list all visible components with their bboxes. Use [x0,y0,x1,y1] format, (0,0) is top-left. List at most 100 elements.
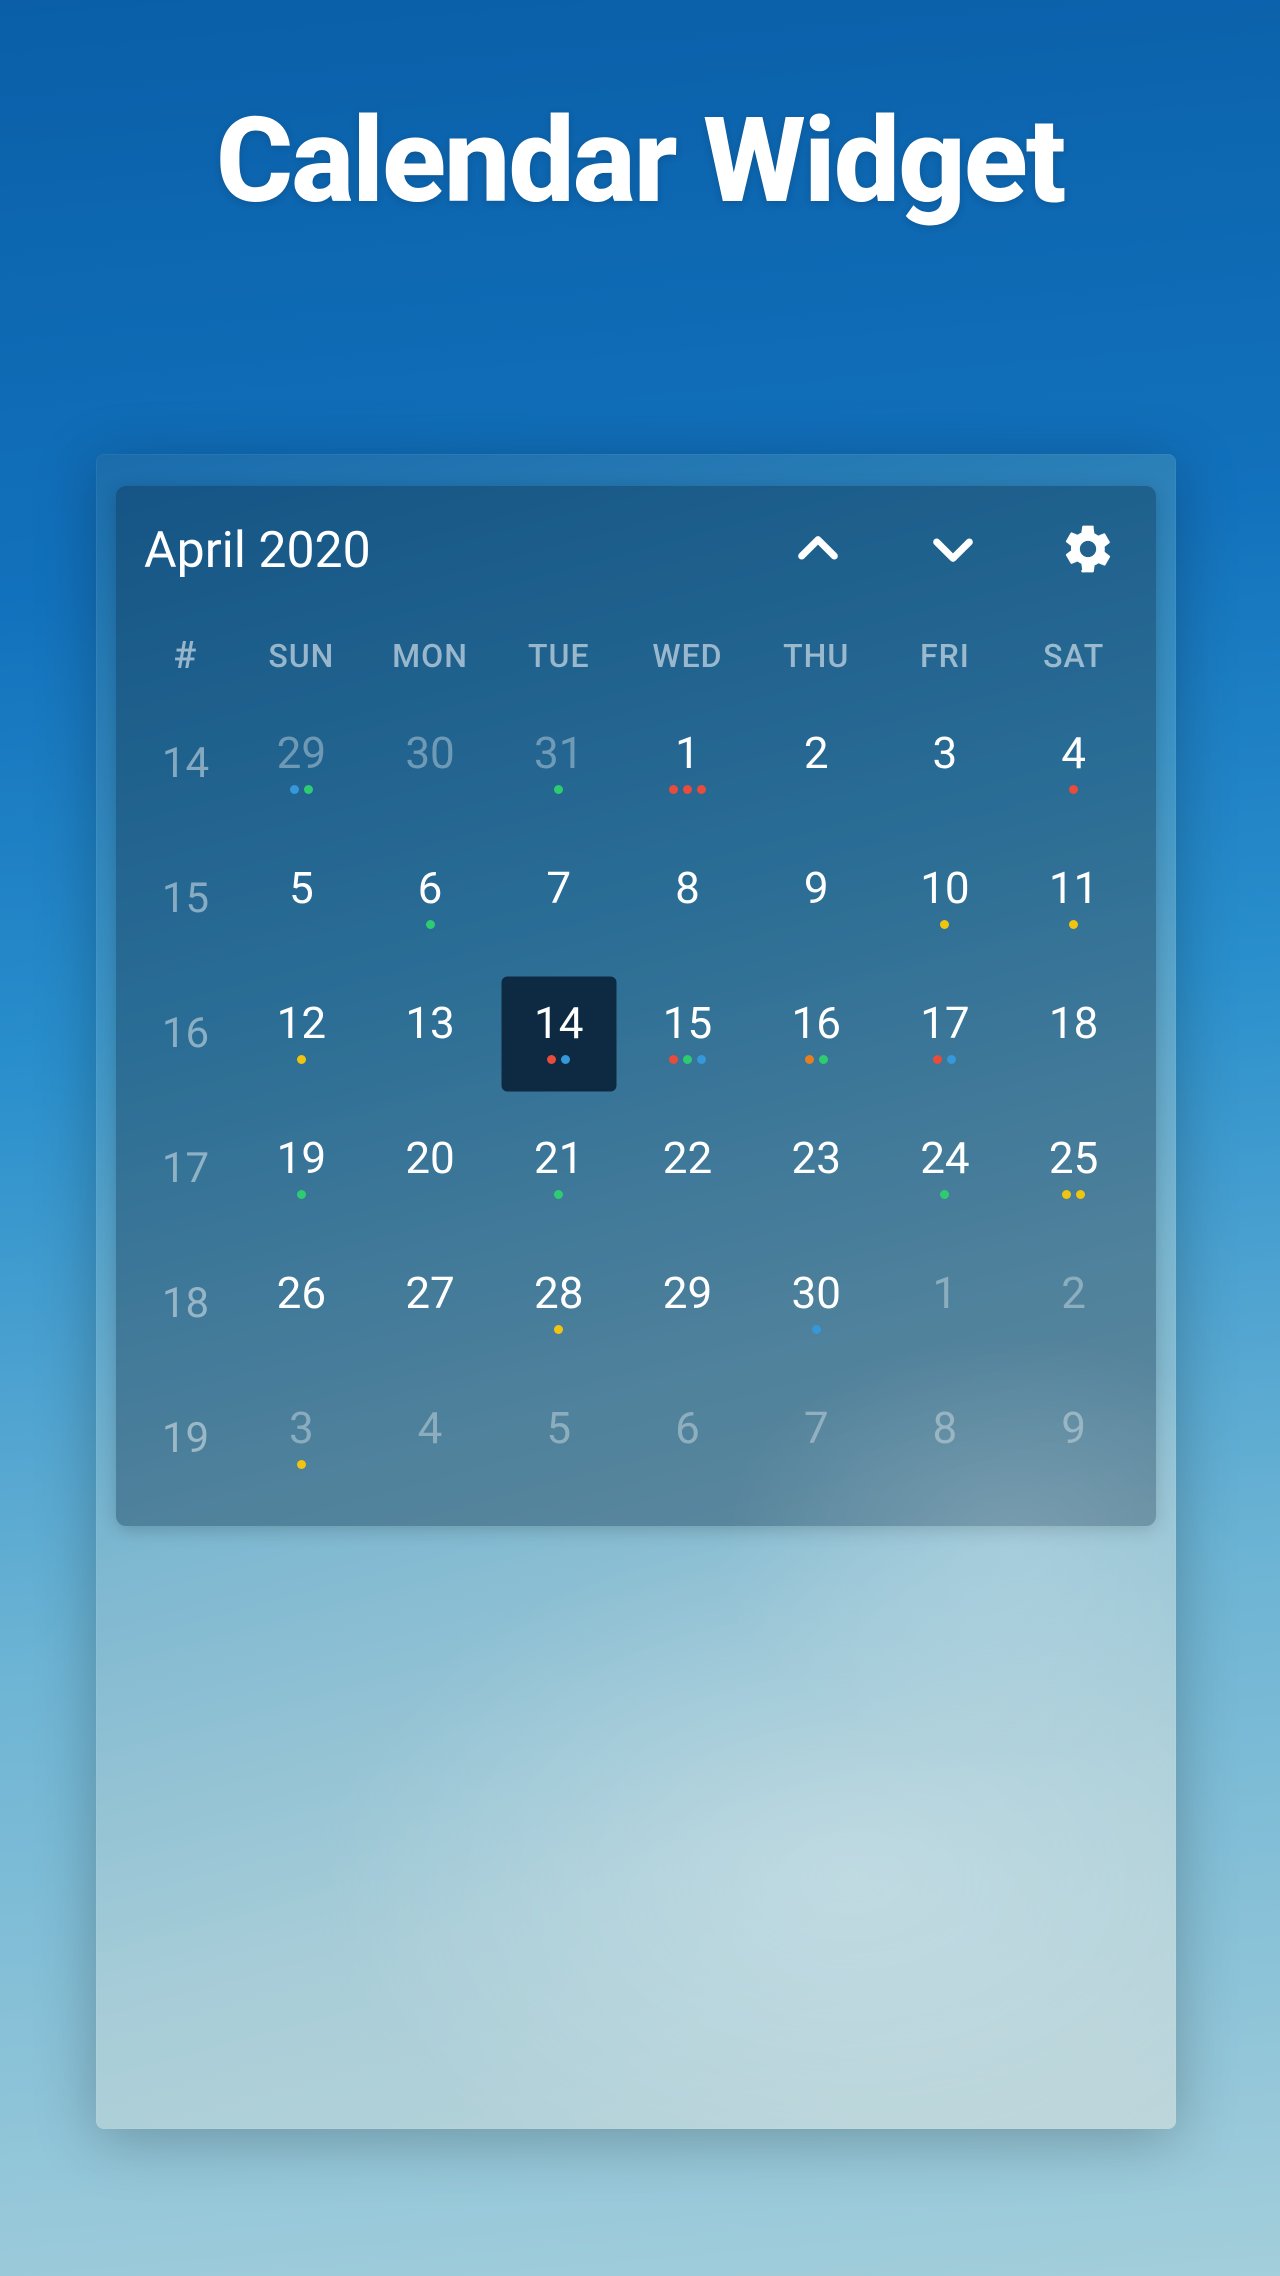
event-dots [940,1190,949,1202]
day-cell[interactable]: 8 [623,831,752,966]
event-dots [1062,1190,1085,1202]
day-cell[interactable]: 5 [237,831,366,966]
event-dot [547,1055,556,1064]
day-cell[interactable]: 22 [623,1101,752,1236]
event-dot [297,1460,306,1469]
day-cell[interactable]: 29 [623,1236,752,1371]
day-cell[interactable]: 1 [881,1236,1010,1371]
day-cell[interactable]: 6 [623,1371,752,1506]
day-number: 19 [277,1136,326,1180]
event-dot [554,1190,563,1199]
day-number: 10 [920,866,969,910]
day-cell[interactable]: 3 [237,1371,366,1506]
day-cell[interactable]: 20 [366,1101,495,1236]
day-number: 1 [675,731,700,775]
settings-button[interactable] [1048,511,1128,591]
day-cell[interactable]: 3 [881,696,1010,831]
day-cell[interactable]: 17 [881,966,1010,1101]
phone-frame: April 2020 # SUN MON TUE WED [96,454,1176,2129]
day-cell[interactable]: 7 [494,831,623,966]
event-dot [561,1055,570,1064]
day-number: 6 [418,866,443,910]
event-dot [669,785,678,794]
event-dot [940,1190,949,1199]
day-cell[interactable]: 6 [366,831,495,966]
event-dots [297,1190,306,1202]
day-cell[interactable]: 16 [752,966,881,1101]
day-number: 31 [534,731,583,775]
day-header-tue: TUE [494,616,623,696]
day-number: 5 [289,866,314,910]
day-cell[interactable]: 30 [366,696,495,831]
day-cell[interactable]: 18 [1009,966,1138,1101]
event-dot [554,785,563,794]
day-cell[interactable]: 14 [494,966,623,1101]
day-cell[interactable]: 8 [881,1371,1010,1506]
day-cell[interactable]: 9 [752,831,881,966]
day-cell[interactable]: 10 [881,831,1010,966]
day-number: 26 [277,1271,326,1315]
event-dot [297,1190,306,1199]
day-number: 2 [1061,1271,1086,1315]
day-number: 21 [534,1136,583,1180]
page-title: Calendar Widget [0,0,1280,230]
day-cell[interactable]: 9 [1009,1371,1138,1506]
day-cell[interactable]: 2 [752,696,881,831]
day-number: 12 [277,1001,326,1045]
day-cell[interactable]: 13 [366,966,495,1101]
prev-month-button[interactable] [778,511,858,591]
day-header-wed: WED [623,616,752,696]
event-dots [940,920,949,932]
day-cell[interactable]: 28 [494,1236,623,1371]
day-number: 20 [405,1136,454,1180]
day-cell[interactable]: 1 [623,696,752,831]
event-dots [805,1055,828,1067]
day-number: 9 [804,866,829,910]
day-number: 11 [1049,866,1098,910]
day-cell[interactable]: 30 [752,1236,881,1371]
next-month-button[interactable] [913,511,993,591]
day-cell[interactable]: 4 [1009,696,1138,831]
day-cell[interactable]: 26 [237,1236,366,1371]
day-cell[interactable]: 31 [494,696,623,831]
day-cell[interactable]: 11 [1009,831,1138,966]
day-number: 8 [675,866,700,910]
calendar-grid: # SUN MON TUE WED THU FRI SAT 1429303112… [134,616,1138,1506]
day-number: 28 [534,1271,583,1315]
event-dots [812,1325,821,1337]
day-cell[interactable]: 15 [623,966,752,1101]
widget-header: April 2020 [134,486,1138,616]
day-cell[interactable]: 27 [366,1236,495,1371]
day-cell[interactable]: 21 [494,1101,623,1236]
day-cell[interactable]: 4 [366,1371,495,1506]
day-cell[interactable]: 29 [237,696,366,831]
day-header-mon: MON [366,616,495,696]
day-number: 4 [418,1406,443,1450]
day-number: 5 [546,1406,571,1450]
event-dot [297,1055,306,1064]
event-dot [683,1055,692,1064]
day-number: 9 [1061,1406,1086,1450]
event-dot [304,785,313,794]
week-number: 15 [134,831,237,966]
event-dot [805,1055,814,1064]
event-dot [683,785,692,794]
event-dots [669,785,706,797]
day-cell[interactable]: 7 [752,1371,881,1506]
day-number: 6 [675,1406,700,1450]
day-cell[interactable]: 12 [237,966,366,1101]
day-cell[interactable]: 2 [1009,1236,1138,1371]
day-cell[interactable]: 23 [752,1101,881,1236]
event-dot [669,1055,678,1064]
calendar-widget: April 2020 # SUN MON TUE WED [116,486,1156,1526]
day-number: 14 [534,1001,583,1045]
week-number-header: # [134,616,237,696]
event-dots [426,920,435,932]
day-cell[interactable]: 19 [237,1101,366,1236]
day-cell[interactable]: 25 [1009,1101,1138,1236]
chevron-down-icon [925,521,981,581]
day-header-thu: THU [752,616,881,696]
day-cell[interactable]: 5 [494,1371,623,1506]
day-cell[interactable]: 24 [881,1101,1010,1236]
month-label[interactable]: April 2020 [144,522,723,580]
